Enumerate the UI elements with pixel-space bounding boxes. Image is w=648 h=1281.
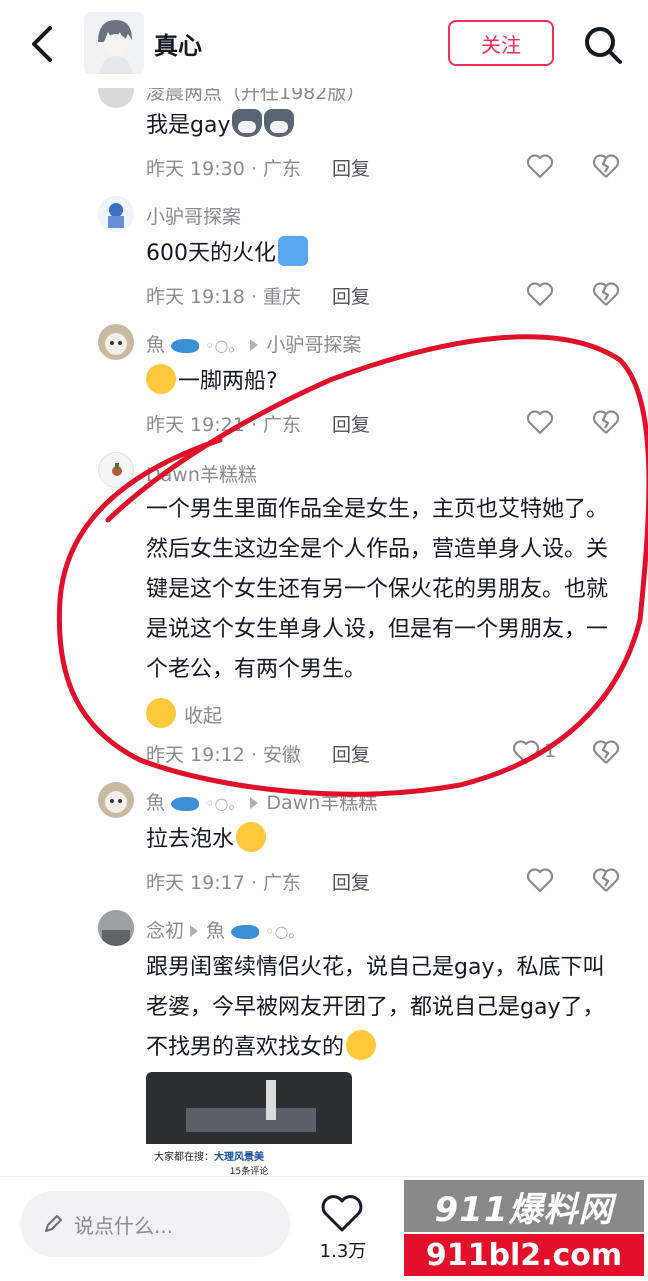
commenter-avatar[interactable] — [98, 782, 134, 818]
commenter-avatar[interactable] — [98, 452, 134, 488]
reply-to-arrow-icon — [250, 338, 259, 351]
commenter-avatar[interactable] — [98, 196, 134, 232]
comment-input[interactable]: 说点什么... — [20, 1191, 290, 1257]
commenter-avatar[interactable] — [98, 910, 134, 946]
fish-icon — [171, 338, 200, 353]
dislike-broken-heart-icon[interactable] — [592, 738, 620, 766]
commenter-name[interactable]: 念初魚 ◦○。 — [146, 916, 304, 943]
dislike-broken-heart-icon[interactable] — [592, 152, 620, 180]
site-watermark: 911爆料网 911bl2.com — [404, 1180, 644, 1278]
like-heart-icon[interactable] — [512, 738, 540, 766]
emoji-laugh-cry-icon — [146, 364, 176, 394]
like-heart-icon[interactable] — [526, 866, 554, 894]
comment-time-location: 昨天 19:18 · 重庆 — [146, 286, 301, 308]
reply-to-arrow-icon — [190, 924, 199, 937]
commenter-avatar[interactable] — [98, 324, 134, 360]
fish-icon — [231, 924, 260, 939]
top-bar: 真心 关注 — [0, 0, 648, 88]
like-heart-icon[interactable] — [526, 280, 554, 308]
comment-time-location: 昨天 19:30 · 广东 — [146, 158, 301, 180]
page-title: 真心 — [154, 32, 202, 60]
search-icon[interactable] — [582, 24, 624, 66]
emoji-smile-icon — [346, 1030, 377, 1060]
profile-avatar[interactable] — [84, 12, 144, 74]
comment-image[interactable]: 大家都在搜：大理风景美 15条评论 — [146, 1072, 352, 1178]
comment-time-location: 昨天 19:12 · 安徽 — [146, 744, 301, 766]
like-heart-icon[interactable] — [526, 152, 554, 180]
dislike-broken-heart-icon[interactable] — [592, 280, 620, 308]
collapse-button[interactable]: 收起 — [146, 698, 222, 728]
emoji-wolf-icon — [264, 109, 295, 137]
pen-icon — [45, 1215, 62, 1232]
commenter-name[interactable]: 小驴哥探案 — [146, 202, 241, 229]
dislike-broken-heart-icon[interactable] — [592, 408, 620, 436]
comment-text: 600天的火化 — [146, 234, 616, 274]
comment-text: 拉去泡水 — [146, 820, 616, 860]
emoji-icon — [278, 236, 308, 266]
comment-text: 一个男生里面作品全是女生，主页也艾特她了。然后女生这边全是个人作品，营造单身人设… — [146, 497, 609, 682]
follow-button[interactable]: 关注 — [448, 20, 554, 66]
dislike-broken-heart-icon[interactable] — [592, 866, 620, 894]
like-heart-icon[interactable] — [320, 1193, 364, 1233]
like-heart-icon[interactable] — [526, 408, 554, 436]
comment-text: 我是gay — [146, 106, 616, 146]
emoji-dizzy-icon — [236, 822, 267, 852]
reply-button[interactable]: 回复 — [332, 282, 370, 309]
commenter-name[interactable]: 魚 ◦○。 小驴哥探案 — [146, 330, 361, 357]
emoji-wolf-icon — [232, 109, 263, 137]
comment-text: 跟男闺蜜续情侣火花，说自己是gay，私底下叫老婆，今早被网友开团了，都说自己是g… — [146, 955, 605, 1060]
like-count: 1 — [544, 740, 557, 762]
comment-text: 一脚两船? — [146, 362, 616, 402]
reply-button[interactable]: 回复 — [332, 410, 370, 437]
watermark-url: 911bl2.com — [404, 1234, 644, 1276]
commenter-name[interactable]: 魚 ◦○。 Dawn羊糕糕 — [146, 788, 377, 815]
reply-to-arrow-icon — [250, 796, 259, 809]
comment-time-location: 昨天 19:21 · 广东 — [146, 414, 301, 436]
commenter-name[interactable]: Dawn羊糕糕 — [146, 460, 257, 487]
back-arrow-icon[interactable] — [24, 22, 64, 66]
comment-time-location: 昨天 19:17 · 广东 — [146, 872, 301, 894]
reply-button[interactable]: 回复 — [332, 868, 370, 895]
watermark-logo-text: 911爆料网 — [404, 1180, 644, 1232]
fish-icon — [171, 796, 200, 811]
reply-button[interactable]: 回复 — [332, 740, 370, 767]
emoji-laugh-cry-icon — [146, 698, 176, 728]
reply-button[interactable]: 回复 — [332, 154, 370, 181]
like-count: 1.3万 — [319, 1241, 367, 1262]
